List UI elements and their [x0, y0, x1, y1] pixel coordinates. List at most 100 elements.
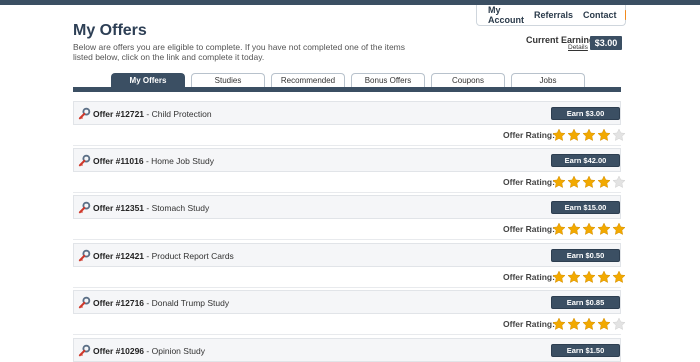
star-filled-icon [567, 128, 581, 141]
offer-separator: - [144, 298, 152, 308]
contact-link[interactable]: Contact [583, 10, 617, 20]
tab-bonus-offers[interactable]: Bonus Offers [351, 73, 425, 87]
offer-title[interactable]: Offer #12351 - Stomach Study [93, 203, 209, 213]
offer-rating: Offer Rating: [73, 314, 626, 334]
earn-button[interactable]: Earn $3.00 [551, 107, 620, 120]
page-intro: Below are offers you are eligible to com… [73, 42, 406, 62]
offer-separator: - [144, 346, 152, 356]
offer-name: Child Protection [151, 109, 212, 119]
row-divider [73, 192, 621, 193]
key-icon [78, 344, 91, 357]
referrals-link[interactable]: Referrals [534, 10, 573, 20]
earn-button[interactable]: Earn $1.50 [551, 344, 620, 357]
star-filled-icon [612, 270, 626, 283]
earn-button[interactable]: Earn $0.85 [551, 296, 620, 309]
row-divider [73, 334, 621, 335]
offer-rating: Offer Rating: [73, 267, 626, 287]
offer-title[interactable]: Offer #12716 - Donald Trump Study [93, 298, 229, 308]
star-filled-icon [582, 317, 596, 330]
offer-id: Offer #10296 [93, 346, 145, 356]
star-empty-icon [612, 128, 626, 141]
offer-row: Offer #12421 - Product Report Cards Earn … [73, 243, 621, 267]
my-account-link[interactable]: My Account [488, 5, 524, 25]
offer-name: Opinion Study [151, 346, 206, 356]
earn-button[interactable]: Earn $42.00 [551, 154, 620, 167]
key-icon [78, 249, 91, 262]
tab-studies[interactable]: Studies [191, 73, 265, 87]
current-earnings-amount: $3.00 [590, 36, 622, 50]
star-filled-icon [552, 270, 566, 283]
row-divider [73, 239, 621, 240]
star-filled-icon [567, 270, 581, 283]
offer-id: Offer #12716 [93, 298, 145, 308]
star-empty-icon [612, 175, 626, 188]
offer-rating-label: Offer Rating: [503, 272, 555, 282]
offer-rating-label: Offer Rating: [503, 130, 555, 140]
rating-stars [552, 128, 627, 142]
star-filled-icon [582, 270, 596, 283]
offer-id: Offer #11016 [93, 156, 144, 166]
offer-name: Product Report Cards [151, 251, 234, 261]
star-filled-icon [552, 175, 566, 188]
key-icon [78, 201, 91, 214]
offer-rating: Offer Rating: [73, 172, 626, 192]
offer-row: Offer #12716 - Donald Trump Study Earn $0… [73, 290, 621, 314]
offer-title[interactable]: Offer #11016 - Home Job Study [93, 156, 214, 166]
offer-id: Offer #12421 [93, 251, 145, 261]
tab-coupons[interactable]: Coupons [431, 73, 505, 87]
top-links: My Account Referrals Contact [476, 5, 629, 26]
star-filled-icon [597, 128, 611, 141]
offer-name: Stomach Study [151, 203, 210, 213]
star-filled-icon [552, 222, 566, 235]
earnings-details-link[interactable]: Details [568, 44, 588, 51]
earn-button[interactable]: Earn $15.00 [551, 201, 620, 214]
row-divider [73, 145, 621, 146]
star-filled-icon [567, 222, 581, 235]
offer-title[interactable]: Offer #12421 - Product Report Cards [93, 251, 234, 261]
offer-rating: Offer Rating: [73, 219, 626, 239]
offer-row: Offer #11016 - Home Job Study Earn $42.00 [73, 148, 621, 172]
rating-stars [552, 270, 627, 284]
key-icon [78, 107, 91, 120]
offer-separator: - [144, 203, 152, 213]
key-icon [78, 154, 91, 167]
star-filled-icon [582, 222, 596, 235]
star-filled-icon [567, 317, 581, 330]
offer-id: Offer #12721 [93, 109, 145, 119]
offer-separator: - [143, 156, 152, 166]
star-empty-icon [612, 317, 626, 330]
star-filled-icon [597, 317, 611, 330]
offer-rating-label: Offer Rating: [503, 224, 555, 234]
tab-recommended[interactable]: Recommended [271, 73, 345, 87]
rating-stars [552, 175, 627, 189]
star-filled-icon [612, 222, 626, 235]
page-title: My Offers [73, 22, 147, 39]
offer-name: Donald Trump Study [151, 298, 230, 308]
offer-rating-label: Offer Rating: [503, 177, 555, 187]
offer-id: Offer #12351 [93, 203, 145, 213]
rating-stars [552, 222, 627, 236]
offer-row: Offer #10296 - Opinion Study Earn $1.50 [73, 338, 621, 362]
offer-rating-label: Offer Rating: [503, 319, 555, 329]
offer-row: Offer #12351 - Stomach Study Earn $15.00 [73, 195, 621, 219]
offer-separator: - [144, 109, 152, 119]
offer-title[interactable]: Offer #10296 - Opinion Study [93, 346, 205, 356]
star-filled-icon [552, 128, 566, 141]
offer-title[interactable]: Offer #12721 - Child Protection [93, 109, 212, 119]
tab-underline [73, 87, 621, 92]
rating-stars [552, 317, 627, 331]
offer-rating: Offer Rating: [73, 125, 626, 145]
row-divider [73, 287, 621, 288]
star-filled-icon [582, 128, 596, 141]
offer-row: Offer #12721 - Child Protection Earn $3.0… [73, 101, 621, 125]
star-filled-icon [582, 175, 596, 188]
offer-separator: - [144, 251, 152, 261]
key-icon [78, 296, 91, 309]
offer-name: Home Job Study [151, 156, 214, 166]
star-filled-icon [597, 222, 611, 235]
tab-my-offers[interactable]: My Offers [111, 73, 185, 87]
star-filled-icon [597, 175, 611, 188]
star-filled-icon [567, 175, 581, 188]
earn-button[interactable]: Earn $0.50 [551, 249, 620, 262]
tab-jobs[interactable]: Jobs [511, 73, 585, 87]
